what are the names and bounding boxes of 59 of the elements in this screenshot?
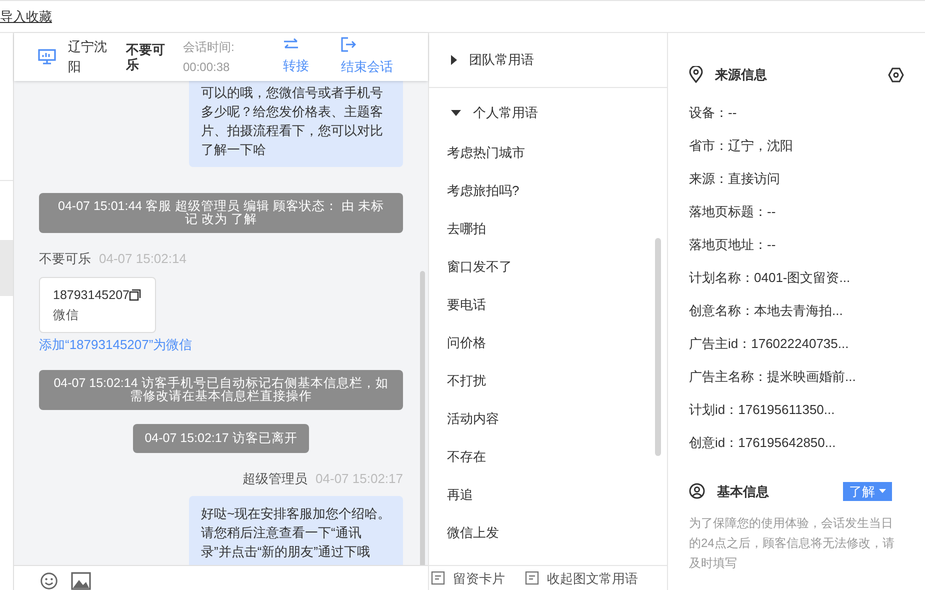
info-row-text: 来源：直接访问: [689, 170, 781, 188]
phrase-group-toggle[interactable]: 团队常用语: [451, 50, 534, 70]
copy-icon[interactable]: [129, 288, 142, 300]
duration-value: 00:00:38: [183, 59, 231, 76]
info-row-text: 计划名称：0401-图文留资...: [689, 269, 852, 288]
monitor-icon: [38, 49, 56, 65]
bottom-action-button[interactable]: 收起图文常用语: [525, 570, 638, 586]
phrase-item[interactable]: 去哪拍: [447, 210, 649, 248]
settings-icon[interactable]: [888, 66, 904, 83]
info-row-text: 落地页地址：--: [689, 236, 777, 254]
system-notice: 04-07 15:02:17 访客已离开: [132, 424, 310, 453]
system-notice: 04-07 15:01:44 客服 超级管理员 编辑 顾客状态： 由 未标记 改为 了解: [39, 193, 403, 233]
timestamp: 04-07 15:02:17: [316, 470, 403, 488]
phrase-item[interactable]: 窗口发不了: [447, 248, 649, 286]
section-title: 基本信息: [717, 482, 770, 500]
system-notice: 04-07 15:02:14 访客手机号已自动标记右侧基本信息栏，如需修改请在基本信息栏直接操作: [39, 370, 403, 410]
visitor-name: 不要可乐: [126, 42, 166, 72]
phrase-item[interactable]: 问价格: [447, 324, 649, 362]
user-icon: [689, 483, 705, 500]
phrase-item[interactable]: 再追: [447, 476, 649, 514]
phone-number: 18793145207: [53, 286, 130, 304]
sender-name: 不要可乐: [39, 250, 91, 268]
caret-down-icon: [879, 489, 886, 494]
info-row-text: 省市：辽宁，沈阳: [689, 137, 794, 156]
phrase-item[interactable]: 微信上发: [447, 514, 649, 552]
contact-type: 微信: [53, 306, 80, 324]
document-icon: [525, 571, 539, 585]
info-row-text: 创意名称：本地去青海拍...: [689, 302, 844, 320]
scrollbar[interactable]: [655, 238, 661, 456]
duration-label: 会话时间:: [183, 39, 236, 56]
location-pin-icon: [689, 66, 703, 84]
info-row-text: 广告主id：176022240735...: [689, 335, 850, 354]
bottom-action-button[interactable]: 留资卡片: [431, 570, 505, 586]
section-title: 来源信息: [715, 66, 768, 84]
info-row-text: 广告主名称：提米映画婚前...: [689, 368, 857, 386]
phrase-item[interactable]: 要电话: [447, 286, 649, 324]
info-note: 为了保障您的使用体验，会话发生当日的24点之后，顾客信息将无法修改，请及时填写: [689, 515, 896, 572]
scrollbar[interactable]: [420, 271, 425, 565]
message-bubble: 好哒~现在安排客服加您个绍哈。请您稍后注意查看一下“通讯录”并点击“新的朋友”通过下哦: [189, 496, 403, 565]
sender-name: 超级管理员: [242, 470, 308, 488]
message-bubble: 可以的哦，您微信号或者手机号多少呢？给您发价格表、主题客片、拍摄流程看下，您可以对比了解一下哈: [189, 81, 403, 167]
phrase-item[interactable]: 活动内容: [447, 400, 649, 438]
document-icon: [431, 571, 445, 585]
swap-arrows-icon: [283, 38, 299, 52]
timestamp: 04-07 15:02:14: [99, 250, 186, 268]
location-text: 辽宁沈阳: [68, 38, 108, 76]
info-row-text: 设备：--: [689, 104, 738, 122]
phrase-item[interactable]: 不打扰: [447, 362, 649, 400]
info-row-text: 计划id：176195611350...: [689, 401, 836, 420]
phrase-item[interactable]: 考虑热门城市: [447, 134, 649, 172]
exit-icon: [341, 37, 356, 52]
import-favorites-link[interactable]: 导入收藏: [0, 6, 52, 26]
image-icon[interactable]: [71, 572, 91, 590]
emoji-icon[interactable]: [39, 572, 59, 590]
info-row-text: 创意id：176195642850...: [689, 434, 837, 452]
phrase-item[interactable]: 不存在: [447, 438, 649, 476]
info-row-text: 落地页标题：--: [689, 203, 777, 222]
phrase-item[interactable]: 考虑旅拍吗?: [447, 172, 649, 210]
phrase-group-toggle[interactable]: 个人常用语: [451, 103, 538, 123]
